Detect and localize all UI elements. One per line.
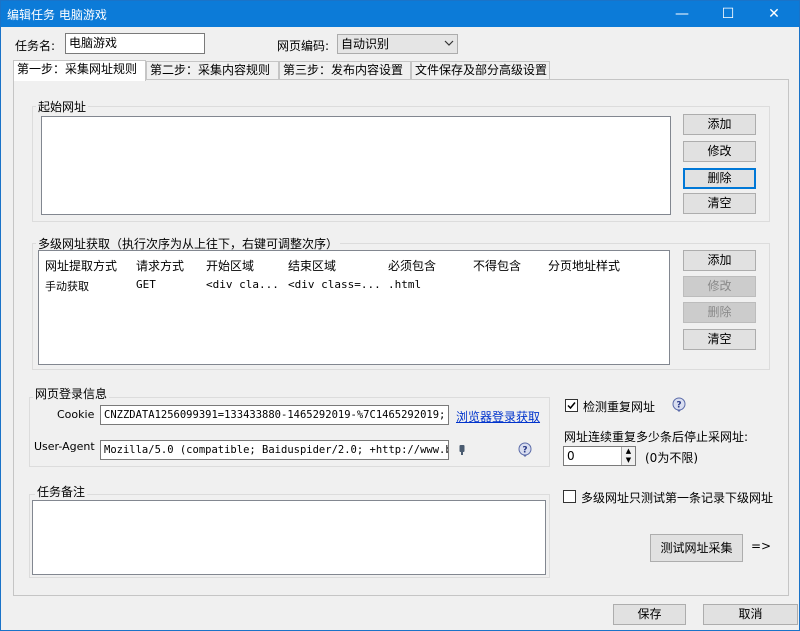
tab-step1-url-rules[interactable]: 第一步：采集网址规则 (13, 60, 146, 81)
spin-up-icon[interactable]: ▲ (622, 447, 635, 456)
cell-extract-method: 手动获取 (45, 280, 89, 293)
spin-down-icon[interactable]: ▼ (622, 456, 635, 465)
multi-level-add-button[interactable]: 添加 (683, 250, 756, 271)
test-url-collect-button[interactable]: 测试网址采集 (650, 534, 743, 562)
close-button[interactable]: ✕ (751, 1, 797, 27)
user-agent-input[interactable]: Mozilla/5.0 (compatible; Baiduspider/2.0… (100, 440, 449, 460)
svg-text:?: ? (522, 446, 527, 456)
tab-panel: 起始网址 添加 修改 删除 清空 多级网址获取（执行次序为从上往下，右键可调整次… (13, 79, 789, 596)
edit-task-window: 编辑任务 电脑游戏 — ☐ ✕ 任务名: 电脑游戏 网页编码: 自动识别 第一步… (0, 0, 800, 631)
minimize-button[interactable]: — (659, 1, 705, 27)
multi-level-test-checkbox[interactable] (563, 490, 576, 503)
test-arrow: => (751, 539, 772, 553)
cookie-input[interactable]: CNZZDATA1256099391=133433880-1465292019-… (100, 405, 449, 425)
save-button[interactable]: 保存 (613, 604, 686, 625)
multi-level-test-label[interactable]: 多级网址只测试第一条记录下级网址 (581, 489, 773, 506)
multi-level-delete-button[interactable]: 删除 (683, 302, 756, 323)
multi-level-list[interactable]: 网址提取方式 请求方式 开始区域 结束区域 必须包含 不得包含 分页地址样式 手… (38, 250, 670, 365)
stop-after-label: 网址连续重复多少条后停止采网址: (564, 430, 749, 444)
cell-request-method: GET (136, 278, 156, 291)
start-url-add-button[interactable]: 添加 (683, 114, 756, 135)
check-duplicate-label[interactable]: 检测重复网址 (583, 398, 655, 415)
col-header-end-area[interactable]: 结束区域 (288, 257, 336, 274)
stepper-buttons[interactable]: ▲ ▼ (621, 447, 635, 465)
start-url-clear-button[interactable]: 清空 (683, 193, 756, 214)
col-header-must-contain[interactable]: 必须包含 (388, 257, 436, 274)
tab-step2-content-rules[interactable]: 第二步：采集内容规则 (146, 61, 279, 80)
ua-picker-icon[interactable] (458, 444, 466, 459)
stop-after-stepper[interactable]: 0 ▲ ▼ (563, 446, 636, 466)
user-agent-label: User-Agent (34, 440, 95, 453)
cookie-label: Cookie (57, 408, 95, 421)
col-header-must-not-contain[interactable]: 不得包含 (473, 257, 521, 274)
ua-help-icon[interactable]: ? (517, 442, 533, 458)
svg-text:?: ? (676, 401, 681, 411)
col-header-request-method[interactable]: 请求方式 (136, 257, 184, 274)
checkmark-icon (567, 402, 576, 410)
stop-after-hint: (0为不限) (645, 451, 698, 465)
task-name-input[interactable]: 电脑游戏 (65, 33, 205, 54)
col-header-pagination-style[interactable]: 分页地址样式 (548, 257, 620, 274)
cell-must-contain: .html (388, 278, 422, 291)
start-urls-title: 起始网址 (36, 98, 89, 115)
encoding-label: 网页编码: (277, 39, 330, 53)
login-info-title: 网页登录信息 (33, 385, 110, 402)
title-bar[interactable]: 编辑任务 电脑游戏 — ☐ ✕ (1, 1, 799, 27)
cell-end-area: <div class=... (288, 278, 381, 291)
tab-step3-publish-settings[interactable]: 第三步：发布内容设置 (279, 61, 411, 80)
col-header-start-area[interactable]: 开始区域 (206, 257, 254, 274)
maximize-button[interactable]: ☐ (705, 1, 751, 27)
task-notes-textarea[interactable] (32, 500, 546, 575)
duplicate-help-icon[interactable]: ? (671, 397, 687, 413)
browser-login-link[interactable]: 浏览器登录获取 (456, 408, 540, 425)
chevron-down-icon (444, 36, 454, 53)
window-title: 编辑任务 电脑游戏 (7, 8, 107, 22)
multi-level-edit-button[interactable]: 修改 (683, 276, 756, 297)
encoding-select-value: 自动识别 (341, 37, 390, 51)
stop-after-value: 0 (567, 449, 575, 463)
cancel-button[interactable]: 取消 (703, 604, 798, 625)
cell-start-area: <div cla... (206, 278, 279, 291)
encoding-select[interactable]: 自动识别 (337, 34, 458, 54)
check-duplicate-checkbox[interactable] (565, 399, 578, 412)
col-header-extract-method[interactable]: 网址提取方式 (45, 257, 117, 274)
multi-level-clear-button[interactable]: 清空 (683, 329, 756, 350)
task-notes-title: 任务备注 (35, 483, 88, 500)
start-url-edit-button[interactable]: 修改 (683, 141, 756, 162)
tab-file-save-advanced[interactable]: 文件保存及部分高级设置 (411, 61, 550, 80)
start-urls-list[interactable] (41, 116, 671, 215)
task-name-label: 任务名: (15, 39, 56, 53)
start-url-delete-button[interactable]: 删除 (683, 168, 756, 189)
